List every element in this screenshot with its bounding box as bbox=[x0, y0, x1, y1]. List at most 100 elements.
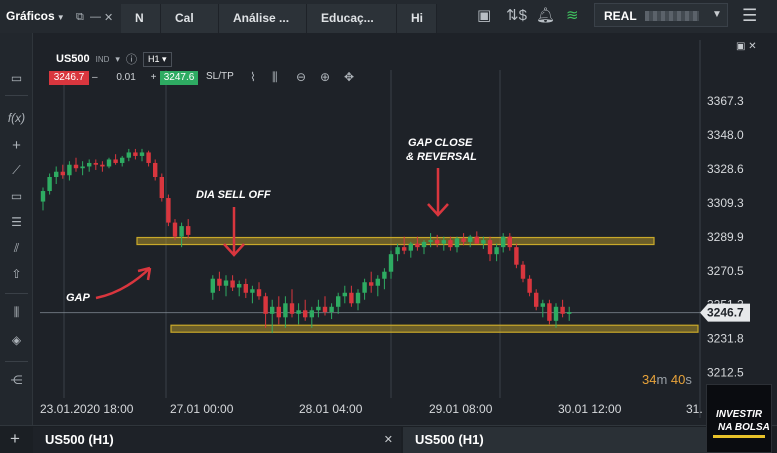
add-tab-icon[interactable]: + bbox=[10, 429, 20, 449]
logo-text: NA BOLSA bbox=[718, 422, 770, 433]
decrease-button[interactable]: – bbox=[92, 72, 98, 83]
candle-body bbox=[113, 159, 118, 163]
candle-body bbox=[223, 280, 229, 286]
candle-body bbox=[289, 303, 295, 314]
candle-body bbox=[139, 152, 145, 156]
candle-body bbox=[501, 236, 506, 248]
candle-body bbox=[47, 176, 52, 192]
candlestick-icon[interactable]: ⫼ bbox=[272, 70, 278, 85]
candle-body bbox=[375, 278, 380, 286]
candle-body bbox=[553, 306, 559, 321]
candle-body bbox=[263, 296, 268, 314]
resistance-zone bbox=[136, 236, 655, 246]
info-icon[interactable]: ⓘ bbox=[126, 51, 137, 67]
candle-body bbox=[494, 247, 499, 255]
x-tick-label: 30.01 12:00 bbox=[558, 402, 622, 416]
zoom-out-icon[interactable]: ⊖ bbox=[296, 70, 306, 84]
quantity-stepper[interactable]: – 0.01 + bbox=[90, 72, 160, 83]
investir-na-bolsa-logo: INVESTIR NA BOLSA bbox=[706, 384, 772, 453]
candle-body bbox=[60, 171, 65, 176]
candle-body bbox=[369, 282, 374, 286]
candle-body bbox=[186, 226, 191, 235]
candle-body bbox=[159, 176, 164, 199]
chart-tab-label: US500 bbox=[415, 432, 455, 447]
candle-body bbox=[441, 240, 446, 244]
candle-body bbox=[461, 238, 466, 242]
candle-body bbox=[100, 164, 105, 167]
increase-button[interactable]: + bbox=[151, 72, 157, 83]
candle-body bbox=[166, 198, 171, 223]
candle-body bbox=[514, 247, 519, 265]
annotation-gap-close: GAP CLOSE bbox=[408, 137, 473, 149]
candle-body bbox=[309, 310, 314, 318]
candle-body bbox=[93, 162, 98, 165]
candle-body bbox=[362, 282, 367, 293]
candle-body bbox=[40, 191, 46, 202]
y-tick-label: 3289.9 bbox=[707, 230, 744, 244]
chart-tab-2[interactable]: US500 (H1) bbox=[403, 427, 706, 453]
quantity-input[interactable]: 0.01 bbox=[116, 72, 135, 83]
candle-body bbox=[106, 159, 112, 167]
candle-body bbox=[421, 241, 427, 248]
timeframe-label: H1 bbox=[147, 53, 160, 64]
move-icon[interactable]: ✥ bbox=[344, 70, 354, 84]
y-tick-label: 3328.6 bbox=[707, 162, 744, 176]
reversal-arrow bbox=[427, 168, 449, 217]
support-zone bbox=[170, 324, 699, 333]
zoom-in-icon[interactable]: ⊕ bbox=[320, 70, 330, 84]
candle-body bbox=[540, 303, 545, 307]
candle-body bbox=[329, 306, 334, 313]
candle-body bbox=[322, 306, 328, 313]
symbol-name[interactable]: US500 bbox=[56, 53, 90, 65]
candle-body bbox=[355, 292, 361, 304]
candle-body bbox=[250, 289, 255, 293]
candle-body bbox=[73, 164, 79, 169]
candle-body bbox=[270, 306, 275, 314]
close-icon[interactable]: ✕ bbox=[384, 427, 393, 453]
candle-body bbox=[120, 157, 125, 163]
candle-body bbox=[415, 243, 420, 248]
candle-body bbox=[133, 152, 138, 156]
candle-body bbox=[243, 283, 248, 293]
candle-body bbox=[316, 306, 321, 311]
candle-body bbox=[276, 306, 281, 318]
candle-body bbox=[388, 254, 394, 272]
buy-button[interactable]: 3247.6 bbox=[160, 71, 198, 85]
chart-tab-timeframe: H1 bbox=[92, 432, 110, 447]
line-chart-icon[interactable]: ⌇ bbox=[250, 70, 256, 84]
chevron-down-icon[interactable]: ▾ bbox=[115, 54, 120, 65]
x-tick-label: 31. bbox=[686, 402, 703, 416]
candle-body bbox=[349, 292, 354, 304]
candle-body bbox=[283, 303, 288, 318]
chart-tab-1[interactable]: US500 (H1) ✕ bbox=[33, 427, 401, 453]
logo-stripe bbox=[713, 435, 765, 438]
candle-body bbox=[67, 164, 72, 176]
candle-body bbox=[487, 240, 493, 255]
candle-countdown: 34m 40s bbox=[642, 372, 692, 387]
candle-body bbox=[303, 310, 308, 318]
candle-body bbox=[126, 152, 131, 158]
candle-body bbox=[448, 240, 453, 248]
timeframe-selector[interactable]: H1 ▾ bbox=[142, 51, 172, 67]
candle-body bbox=[560, 306, 565, 314]
candle-body bbox=[179, 226, 184, 237]
sltp-button[interactable]: SL/TP bbox=[206, 71, 234, 82]
x-tick-label: 27.01 00:00 bbox=[170, 402, 234, 416]
sell-button[interactable]: 3246.7 bbox=[49, 71, 89, 85]
x-tick-label: 23.01.2020 18:00 bbox=[40, 402, 134, 416]
candle-body bbox=[481, 240, 486, 244]
x-tick-label: 29.01 08:00 bbox=[429, 402, 493, 416]
candle-body bbox=[342, 292, 347, 297]
annotation-gap: GAP bbox=[66, 292, 91, 304]
candle-body bbox=[256, 289, 262, 297]
candle-body bbox=[507, 236, 512, 248]
maximize-icon[interactable]: ▣ ✕ bbox=[736, 41, 757, 52]
y-tick-label: 3212.5 bbox=[707, 366, 744, 380]
annotation-reversal: & REVERSAL bbox=[406, 151, 477, 163]
candle-body bbox=[547, 303, 552, 321]
candle-body bbox=[408, 243, 413, 251]
symbol-toolbar: US500 IND ▾ ⓘ H1 ▾ bbox=[56, 51, 172, 67]
symbol-category: IND bbox=[95, 54, 110, 64]
sell-off-arrow bbox=[223, 207, 245, 257]
candle-body bbox=[428, 240, 433, 242]
